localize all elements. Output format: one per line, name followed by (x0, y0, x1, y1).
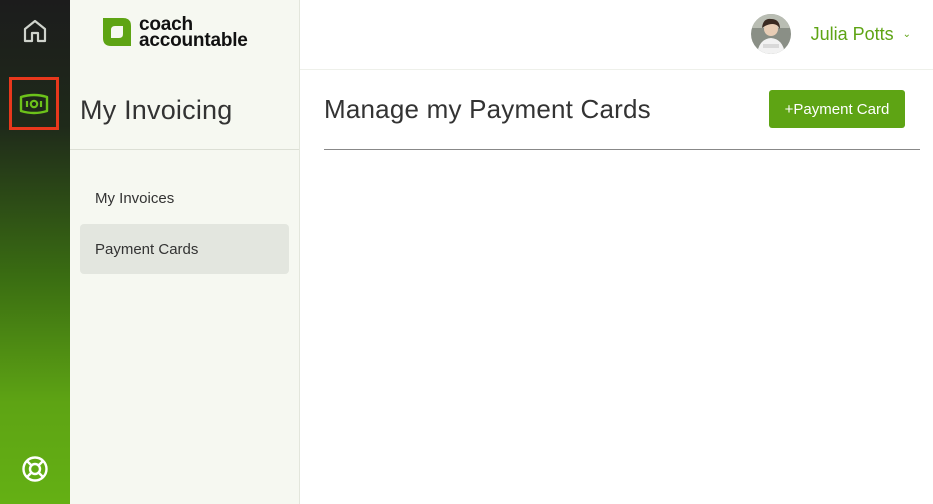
help-button[interactable] (10, 444, 60, 494)
sidebar-title: My Invoicing (80, 95, 233, 125)
sidebar-item-my-invoices[interactable]: My Invoices (80, 173, 289, 223)
user-menu[interactable]: Julia Potts ⌄ (750, 14, 911, 54)
invoicing-icon (19, 93, 49, 114)
home-icon (23, 19, 47, 43)
avatar-image (750, 14, 791, 54)
sidebar-item-label: My Invoices (95, 189, 175, 207)
sidebar: coach accountable My Invoicing My Invoic… (70, 0, 300, 504)
sidebar-divider (70, 149, 299, 150)
sidebar-item-payment-cards[interactable]: Payment Cards (80, 224, 289, 274)
avatar[interactable] (750, 14, 791, 54)
brand-line-2: accountable (139, 30, 248, 51)
icon-rail (0, 0, 70, 504)
brand-wordmark: coach accountable (139, 15, 248, 51)
leaf-logo-icon (103, 18, 131, 46)
chevron-down-icon[interactable]: ⌄ (903, 29, 911, 40)
invoicing-button[interactable] (9, 77, 59, 130)
top-bar: Julia Potts ⌄ (300, 0, 933, 70)
user-name[interactable]: Julia Potts (811, 24, 894, 45)
app-root: coach accountable My Invoicing My Invoic… (0, 0, 933, 504)
home-button[interactable] (10, 6, 60, 56)
content-divider (324, 149, 920, 150)
page-title: Manage my Payment Cards (324, 94, 651, 124)
sidebar-item-label: Payment Cards (95, 240, 199, 258)
add-payment-card-button[interactable]: +Payment Card (769, 90, 905, 128)
brand-logo[interactable]: coach accountable (102, 15, 248, 51)
help-lifebuoy-icon (22, 456, 48, 482)
